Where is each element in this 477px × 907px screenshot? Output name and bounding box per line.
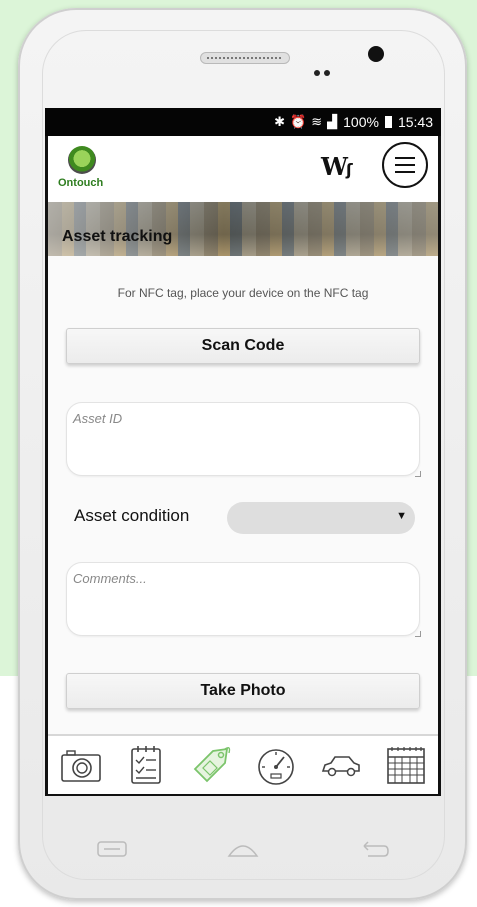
alarm-icon: ⏰ [290, 114, 307, 129]
app-view: Ontouch Wʃ Asset tracking For NFC tag, p… [48, 136, 438, 794]
earpiece-speaker [200, 52, 290, 64]
menu-line [395, 171, 415, 173]
logo-icon [68, 146, 96, 174]
app-header: Ontouch Wʃ [48, 136, 438, 202]
status-bar: ✱ ⏰ ≋ ▟ 100% 15:43 [45, 108, 441, 136]
nfc-hint: For NFC tag, place your device on the NF… [117, 286, 369, 300]
tab-speedometer[interactable] [251, 741, 301, 789]
tag-icon [193, 746, 230, 783]
battery-icon [384, 116, 392, 128]
light-sensor [324, 70, 330, 76]
asset-condition-select[interactable]: ▼ [227, 502, 415, 534]
bottom-tab-bar [48, 734, 438, 794]
home-key-icon[interactable] [226, 836, 260, 860]
menu-line [395, 157, 415, 159]
phone-screen: ✱ ⏰ ≋ ▟ 100% 15:43 Ontouch Wʃ Asset trac… [45, 108, 441, 796]
asset-condition-label: Asset condition [74, 506, 190, 525]
bluetooth-icon: ✱ [274, 114, 286, 129]
proximity-sensor [314, 70, 320, 76]
comments-field[interactable]: Comments... [66, 562, 421, 637]
car-icon [321, 756, 360, 777]
page-banner: Asset tracking [48, 202, 438, 256]
signal-icon: ▟ [327, 114, 338, 129]
tab-camera[interactable] [56, 741, 106, 789]
menu-key-icon[interactable] [96, 838, 130, 860]
calendar-icon [386, 747, 425, 784]
dropdown-arrow-icon: ▼ [396, 510, 407, 522]
resize-handle[interactable] [415, 471, 421, 477]
tab-calendar[interactable] [381, 741, 431, 789]
ontouch-logo[interactable]: Ontouch [58, 146, 118, 194]
menu-line [395, 164, 415, 166]
back-key-icon[interactable] [358, 838, 392, 860]
comments-placeholder: Comments... [73, 571, 147, 586]
speedometer-icon [257, 749, 294, 785]
page-title: Asset tracking [62, 228, 173, 245]
wifi-icon: ≋ [311, 114, 323, 129]
camera-icon [60, 750, 101, 782]
menu-button[interactable] [382, 142, 428, 188]
tab-vehicle[interactable] [316, 741, 366, 789]
asset-id-field[interactable]: Asset ID [66, 402, 421, 477]
front-camera [368, 46, 384, 62]
battery-percent: 100% [343, 114, 379, 130]
scan-code-button[interactable]: Scan Code [66, 328, 420, 364]
take-photo-button[interactable]: Take Photo [66, 673, 420, 709]
logo-text: Ontouch [58, 177, 104, 189]
tab-checklist[interactable] [121, 741, 171, 789]
checklist-icon [130, 746, 161, 784]
brand-mark: Wʃ [321, 152, 352, 181]
tab-asset-tag[interactable] [186, 741, 236, 789]
clock: 15:43 [397, 114, 433, 130]
asset-id-placeholder: Asset ID [73, 411, 123, 426]
resize-handle[interactable] [415, 631, 421, 637]
